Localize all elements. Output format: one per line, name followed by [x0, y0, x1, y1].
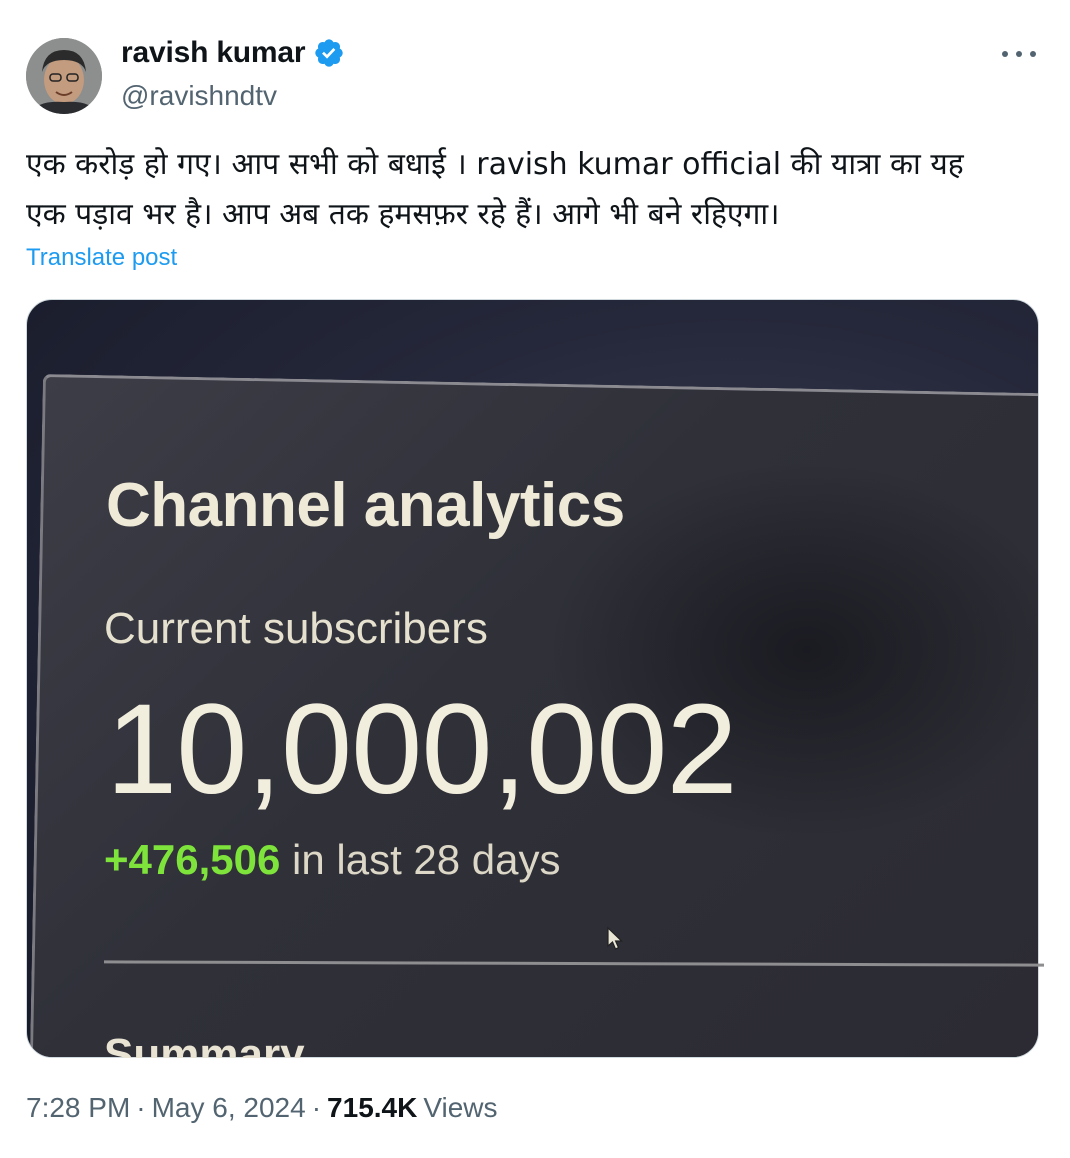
summary-clip: Summary — [26, 1000, 1039, 1058]
post-date[interactable]: May 6, 2024 — [152, 1092, 306, 1124]
post-text-line: एक करोड़ हो गए। आप सभी को बधाई । ravish … — [26, 147, 964, 182]
views-label: Views — [423, 1092, 498, 1123]
subscriber-count: 10,000,002 — [106, 678, 738, 821]
author-handle[interactable]: @ravishndtv — [121, 80, 277, 112]
analytics-title: Channel analytics — [106, 471, 625, 540]
meta-separator: · — [311, 1092, 322, 1123]
author-name-row[interactable]: ravish kumar — [121, 36, 345, 70]
views-count[interactable]: 715.4K — [327, 1092, 417, 1124]
growth-value: +476,506 — [104, 836, 281, 883]
more-options-icon[interactable] — [1002, 42, 1036, 66]
growth-line: +476,506 in last 28 days — [104, 836, 561, 884]
meta-separator: · — [136, 1092, 146, 1123]
author-display-name[interactable]: ravish kumar — [121, 36, 306, 70]
growth-suffix: in last 28 days — [280, 836, 561, 883]
verified-badge-icon — [313, 37, 345, 69]
mouse-cursor-icon — [606, 926, 624, 952]
post-meta: 7:28 PM · May 6, 2024 · 715.4K Views — [26, 1092, 498, 1124]
translate-post-link[interactable]: Translate post — [26, 244, 177, 272]
post-text: एक करोड़ हो गए। आप सभी को बधाई । ravish … — [26, 140, 1046, 240]
post-time[interactable]: 7:28 PM — [26, 1092, 130, 1124]
summary-heading: Summary — [104, 1030, 305, 1058]
tweet: ravish kumar @ravishndtv एक करोड़ हो गए।… — [0, 0, 1070, 1158]
post-text-line: एक पड़ाव भर है। आप अब तक हमसफ़र रहे हैं।… — [26, 197, 780, 232]
avatar[interactable] — [26, 38, 102, 114]
subscribers-label: Current subscribers — [104, 604, 488, 653]
